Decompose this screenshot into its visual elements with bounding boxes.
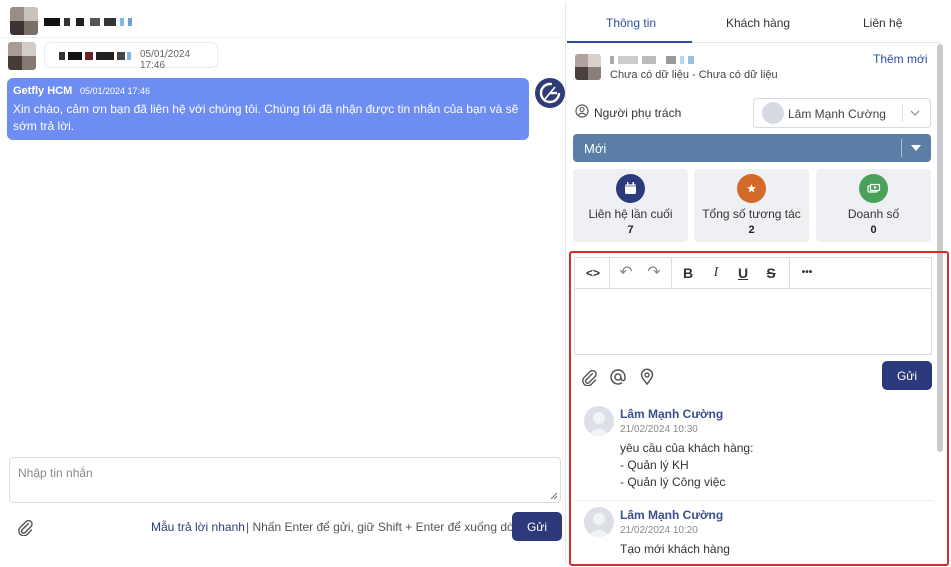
caret-down-icon xyxy=(911,145,921,151)
select-divider xyxy=(902,104,903,122)
note-editor[interactable]: <> ↶ ↷ B I U S ••• xyxy=(574,257,932,355)
stat-revenue: Doanh số 0 xyxy=(816,169,931,242)
user-circle-icon xyxy=(575,104,589,118)
note-divider xyxy=(574,500,934,501)
note-line: yêu cầu của khách hàng: xyxy=(620,441,754,455)
message-time: 05/01/2024 17:46 xyxy=(80,86,151,96)
chevron-down-icon xyxy=(910,110,920,116)
tab-info[interactable]: Thông tin xyxy=(606,16,656,30)
mention-icon[interactable] xyxy=(609,368,627,386)
contact-subtitle: Chưa có dữ liệu - Chưa có dữ liệu xyxy=(610,69,778,81)
note-line: - Quản lý KH xyxy=(620,458,689,472)
conversation-name-redacted xyxy=(44,18,134,26)
note-body: yêu cầu của khách hàng: - Quản lý KH - Q… xyxy=(620,440,753,491)
active-tab-indicator xyxy=(567,41,692,43)
note-date: 21/02/2024 10:30 xyxy=(620,424,698,435)
note-author[interactable]: Lâm Mạnh Cường xyxy=(620,508,723,522)
send-note-button[interactable]: Gửi xyxy=(882,361,932,390)
message-sender: Getfly HCM xyxy=(13,85,73,97)
message-time: 05/01/2024 17:46 xyxy=(140,49,191,71)
underline-icon[interactable]: U xyxy=(733,264,753,282)
contact-name-redacted xyxy=(610,56,698,64)
stat-interactions: Tổng số tương tác 2 xyxy=(694,169,809,242)
owner-select[interactable]: Lâm Mạnh Cường xyxy=(753,98,931,128)
owner-label: Người phụ trách xyxy=(594,106,682,120)
incoming-message: 05/01/2024 17:46 xyxy=(44,42,218,71)
note-line: - Quản lý Công việc xyxy=(620,475,726,489)
owner-avatar xyxy=(762,102,784,124)
note-line: Tạo mới khách hàng xyxy=(620,542,730,556)
note-section: <> ↶ ↷ B I U S ••• Gửi Lâm Mạnh Cường 21… xyxy=(569,251,949,566)
italic-icon[interactable]: I xyxy=(706,264,726,282)
calendar-icon xyxy=(616,174,645,203)
editor-toolbar: <> ↶ ↷ B I U S ••• xyxy=(575,258,931,289)
message-compose[interactable] xyxy=(9,457,561,503)
contact-avatar xyxy=(575,54,601,80)
avatar xyxy=(584,507,614,537)
strikethrough-icon[interactable]: S xyxy=(761,264,781,282)
toolbar-divider xyxy=(671,258,672,289)
resize-grip-icon[interactable] xyxy=(550,492,558,500)
add-new-link[interactable]: Thêm mới xyxy=(873,52,928,66)
note-author[interactable]: Lâm Mạnh Cường xyxy=(620,407,723,421)
stat-last-contact: Liên hệ lần cuối 7 xyxy=(573,169,688,242)
stat-label: Doanh số xyxy=(847,207,900,221)
send-message-button[interactable]: Gửi xyxy=(512,512,562,541)
conversation-avatar xyxy=(10,7,38,35)
stat-value: 7 xyxy=(627,224,634,236)
stat-label: Liên hệ lần cuối xyxy=(588,207,673,221)
stat-value: 0 xyxy=(870,224,877,236)
message-input[interactable] xyxy=(18,466,548,498)
sidebar-tabs: Thông tin Khách hàng Liên hệ xyxy=(567,0,941,43)
stat-label: Tổng số tương tác xyxy=(702,207,801,221)
more-icon[interactable]: ••• xyxy=(795,264,819,282)
tab-customer[interactable]: Khách hàng xyxy=(726,16,790,30)
getfly-logo-icon xyxy=(535,78,565,108)
stat-value: 2 xyxy=(748,224,755,236)
note-body: Tạo mới khách hàng xyxy=(620,541,730,558)
info-sidebar: Thông tin Khách hàng Liên hệ Chưa có dữ … xyxy=(567,0,951,567)
quick-reply-templates-link[interactable]: Mẫu trả lời nhanh xyxy=(151,520,245,534)
owner-value: Lâm Mạnh Cường xyxy=(788,107,886,121)
chat-pane: 05/01/2024 17:46 Getfly HCM 05/01/2024 1… xyxy=(2,2,566,565)
chat-header xyxy=(2,2,566,38)
note-date: 21/02/2024 10:20 xyxy=(620,525,698,536)
avatar xyxy=(584,406,614,436)
outgoing-message: Getfly HCM 05/01/2024 17:46 Xin chào, cả… xyxy=(7,78,529,140)
message-text: Xin chào, cảm ơn bạn đã liên hệ với chún… xyxy=(13,102,519,133)
bold-icon[interactable]: B xyxy=(678,264,698,282)
status-select[interactable]: Mới xyxy=(573,134,931,162)
code-view-icon[interactable]: <> xyxy=(583,264,603,282)
attachment-icon[interactable] xyxy=(580,368,598,386)
tab-contact[interactable]: Liên hệ xyxy=(863,16,902,30)
money-icon xyxy=(859,174,888,203)
incoming-sender-redacted xyxy=(59,52,133,60)
note-input[interactable] xyxy=(575,290,931,354)
toolbar-divider xyxy=(609,258,610,289)
attachment-icon[interactable] xyxy=(16,518,34,536)
star-icon xyxy=(737,174,766,203)
toolbar-divider xyxy=(789,258,790,289)
status-divider xyxy=(901,139,902,157)
app-root: 05/01/2024 17:46 Getfly HCM 05/01/2024 1… xyxy=(0,0,951,567)
status-value: Mới xyxy=(584,141,607,156)
sender-avatar xyxy=(8,42,36,70)
send-hint: | Nhấn Enter để gửi, giữ Shift + Enter đ… xyxy=(246,520,528,534)
undo-icon[interactable]: ↶ xyxy=(616,264,636,282)
redo-icon[interactable]: ↷ xyxy=(644,264,664,282)
location-icon[interactable] xyxy=(638,368,656,386)
